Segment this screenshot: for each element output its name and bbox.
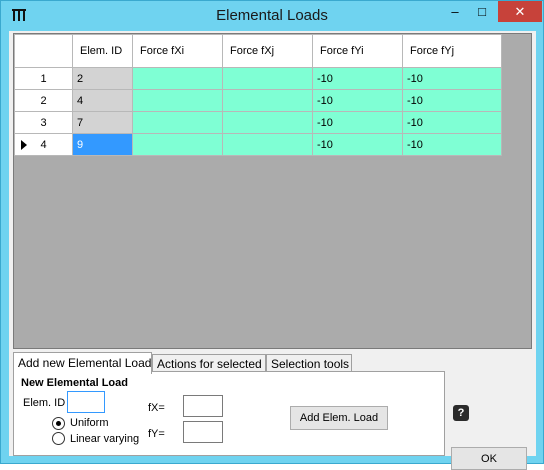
force-fyj-cell[interactable]: -10	[402, 111, 502, 134]
row-header[interactable]: 3	[14, 111, 73, 134]
add-elem-load-button[interactable]: Add Elem. Load	[290, 406, 388, 430]
table-row: 1 2 -10 -10	[14, 67, 502, 90]
column-header[interactable]: Force fYi	[312, 34, 403, 68]
force-fyi-cell[interactable]: -10	[312, 89, 403, 112]
force-fxj-cell[interactable]	[222, 67, 313, 90]
minimize-button[interactable]: –	[441, 1, 469, 22]
row-header[interactable]: 4	[14, 133, 73, 156]
force-fyi-cell[interactable]: -10	[312, 111, 403, 134]
uniform-radio[interactable]	[52, 417, 65, 430]
table-row: 2 4 -10 -10	[14, 89, 502, 112]
table-row-selected: 4 9 -10 -10	[14, 133, 502, 156]
ok-button[interactable]: OK	[451, 447, 527, 470]
row-header[interactable]: 1	[14, 67, 73, 90]
table-row: 3 7 -10 -10	[14, 111, 502, 134]
elem-id-input[interactable]	[67, 391, 105, 413]
client-area: Elem. ID Force fXi Force fXj Force fYi F…	[9, 31, 536, 470]
fy-input[interactable]	[183, 421, 223, 443]
force-fxj-cell[interactable]	[222, 111, 313, 134]
force-fxi-cell[interactable]	[132, 133, 223, 156]
force-fxi-cell[interactable]	[132, 111, 223, 134]
maximize-button[interactable]: □	[469, 1, 495, 22]
fx-label: fX=	[148, 402, 165, 414]
column-header[interactable]: Force fXj	[222, 34, 313, 68]
elem-id-cell[interactable]: 7	[72, 111, 133, 134]
elemental-loads-window: Elemental Loads – □ ✕ Elem. ID Force fXi…	[0, 0, 544, 470]
linear-varying-label: Linear varying	[70, 433, 140, 445]
elem-id-cell[interactable]: 2	[72, 67, 133, 90]
linear-varying-radio[interactable]	[52, 432, 65, 445]
elem-id-cell[interactable]: 4	[72, 89, 133, 112]
title-bar[interactable]: Elemental Loads – □ ✕	[1, 1, 543, 31]
add-load-panel: New Elemental Load Elem. ID Uniform Line…	[13, 371, 445, 456]
fx-input[interactable]	[183, 395, 223, 417]
bottom-section: Add new Elemental Load Actions for selec…	[13, 349, 532, 470]
fy-label: fY=	[148, 428, 165, 440]
force-fyj-cell[interactable]: -10	[402, 89, 502, 112]
column-header[interactable]: Force fXi	[132, 34, 223, 68]
help-icon[interactable]: ?	[453, 405, 469, 421]
elem-id-label: Elem. ID	[23, 397, 66, 409]
force-fxj-cell[interactable]	[222, 89, 313, 112]
row-header[interactable]: 2	[14, 89, 73, 112]
force-fxi-cell[interactable]	[132, 67, 223, 90]
force-fyj-cell[interactable]: -10	[402, 67, 502, 90]
force-fyi-cell[interactable]: -10	[312, 67, 403, 90]
column-header[interactable]: Elem. ID	[72, 34, 133, 68]
close-button[interactable]: ✕	[498, 1, 542, 22]
tab-add-new-elemental-load[interactable]: Add new Elemental Load	[13, 352, 152, 374]
force-fyi-cell[interactable]: -10	[312, 133, 403, 156]
force-fxj-cell[interactable]	[222, 133, 313, 156]
corner-cell[interactable]	[14, 34, 73, 68]
force-fyj-cell[interactable]: -10	[402, 133, 502, 156]
loads-grid[interactable]: Elem. ID Force fXi Force fXj Force fYi F…	[13, 33, 532, 349]
uniform-label: Uniform	[70, 417, 109, 429]
panel-title: New Elemental Load	[21, 377, 128, 389]
force-fxi-cell[interactable]	[132, 89, 223, 112]
column-header[interactable]: Force fYj	[402, 34, 502, 68]
elem-id-cell[interactable]: 9	[72, 133, 133, 156]
header-row: Elem. ID Force fXi Force fXj Force fYi F…	[14, 34, 502, 68]
loads-table: Elem. ID Force fXi Force fXj Force fYi F…	[14, 34, 502, 156]
